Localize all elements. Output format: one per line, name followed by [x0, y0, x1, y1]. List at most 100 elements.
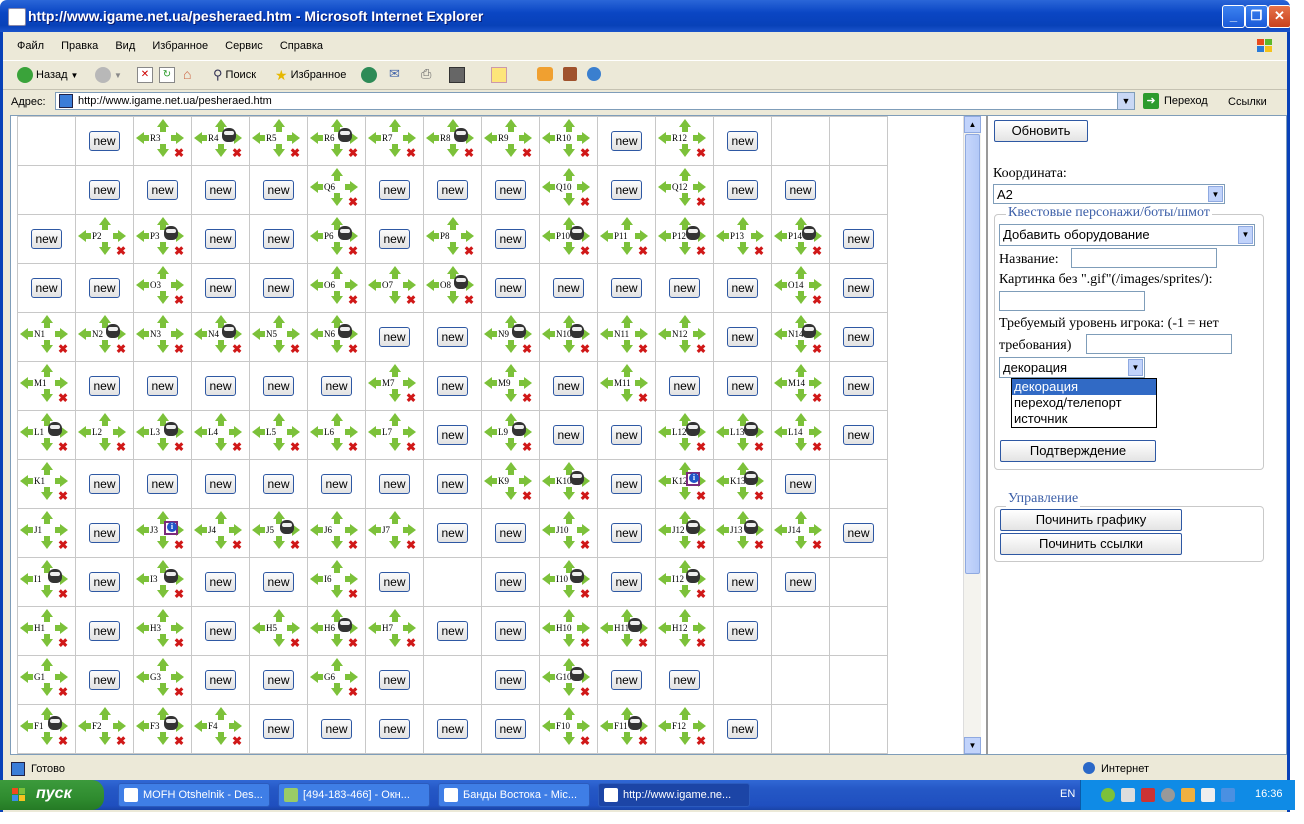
arrow-up-icon[interactable] [331, 217, 343, 230]
arrow-up-icon[interactable] [389, 119, 401, 132]
new-cell-button[interactable]: new [263, 376, 294, 396]
arrow-down-icon[interactable] [563, 144, 575, 157]
map-location[interactable]: R3 ✖ [134, 117, 191, 165]
delete-icon[interactable]: ✖ [232, 441, 242, 453]
delete-icon[interactable]: ✖ [116, 245, 126, 257]
delete-icon[interactable]: ✖ [348, 637, 358, 649]
arrow-left-icon[interactable] [542, 475, 555, 487]
arrow-up-icon[interactable] [331, 168, 343, 181]
grid-cell[interactable] [829, 459, 888, 509]
new-cell-button[interactable]: new [147, 376, 178, 396]
arrow-left-icon[interactable] [194, 426, 207, 438]
map-location[interactable]: N11 ✖ [598, 313, 655, 361]
new-cell-button[interactable]: new [205, 621, 236, 641]
grid-cell[interactable]: new [191, 459, 250, 509]
new-cell-button[interactable]: new [727, 376, 758, 396]
map-location[interactable]: O6 ✖ [308, 264, 365, 312]
arrow-right-icon[interactable] [345, 279, 358, 291]
new-cell-button[interactable]: new [785, 180, 816, 200]
menu-tools[interactable]: Сервис [225, 40, 263, 52]
delete-icon[interactable]: ✖ [638, 637, 648, 649]
fix-links-button[interactable]: Починить ссылки [1000, 533, 1182, 555]
delete-icon[interactable]: ✖ [406, 539, 416, 551]
grid-cell[interactable]: new [75, 263, 134, 313]
arrow-up-icon[interactable] [157, 217, 169, 230]
grid-cell[interactable]: H11 ✖ [597, 606, 656, 656]
grid-cell[interactable]: R12 ✖ [655, 116, 714, 166]
grid-cell[interactable]: L2 ✖ [75, 410, 134, 460]
new-cell-button[interactable]: new [785, 572, 816, 592]
menu-favorites[interactable]: Избранное [152, 40, 208, 52]
arrow-left-icon[interactable] [658, 475, 671, 487]
arrow-up-icon[interactable] [215, 119, 227, 132]
arrow-right-icon[interactable] [809, 279, 822, 291]
new-cell-button[interactable]: new [611, 278, 642, 298]
arrow-left-icon[interactable] [658, 132, 671, 144]
tool-icon[interactable] [587, 67, 601, 81]
delete-icon[interactable]: ✖ [580, 686, 590, 698]
grid-cell[interactable]: R10 ✖ [539, 116, 598, 166]
arrow-left-icon[interactable] [136, 279, 149, 291]
tray-icon[interactable] [1181, 788, 1195, 802]
arrow-right-icon[interactable] [693, 181, 706, 193]
map-location[interactable]: N3 ✖ [134, 313, 191, 361]
arrow-down-icon[interactable] [795, 536, 807, 549]
arrow-right-icon[interactable] [229, 426, 242, 438]
arrow-up-icon[interactable] [215, 315, 227, 328]
new-cell-button[interactable]: new [727, 621, 758, 641]
new-cell-button[interactable]: new [89, 131, 120, 151]
arrow-right-icon[interactable] [577, 720, 590, 732]
grid-cell[interactable]: J3 ✖ [133, 508, 192, 558]
arrow-up-icon[interactable] [563, 511, 575, 524]
grid-cell[interactable]: N3 ✖ [133, 312, 192, 362]
arrow-up-icon[interactable] [563, 609, 575, 622]
arrow-up-icon[interactable] [331, 266, 343, 279]
map-location[interactable]: P3 ✖ [134, 215, 191, 263]
grid-cell[interactable]: new [597, 116, 656, 166]
arrow-left-icon[interactable] [716, 426, 729, 438]
grid-cell[interactable]: new [423, 508, 482, 558]
map-location[interactable]: F10 ✖ [540, 705, 597, 753]
map-location[interactable]: R9 ✖ [482, 117, 539, 165]
arrow-up-icon[interactable] [679, 609, 691, 622]
arrow-down-icon[interactable] [331, 683, 343, 696]
grid-cell[interactable]: new [597, 655, 656, 705]
arrow-down-icon[interactable] [505, 438, 517, 451]
delete-icon[interactable]: ✖ [580, 343, 590, 355]
map-location[interactable]: R7 ✖ [366, 117, 423, 165]
arrow-right-icon[interactable] [171, 132, 184, 144]
arrow-right-icon[interactable] [171, 671, 184, 683]
arrow-down-icon[interactable] [679, 144, 691, 157]
new-cell-button[interactable]: new [437, 621, 468, 641]
grid-cell[interactable]: new [133, 459, 192, 509]
delete-icon[interactable]: ✖ [406, 294, 416, 306]
arrow-left-icon[interactable] [542, 132, 555, 144]
grid-cell[interactable]: new [307, 361, 366, 411]
map-location[interactable]: F12 ✖ [656, 705, 713, 753]
new-cell-button[interactable]: new [727, 572, 758, 592]
close-button[interactable]: ✕ [1268, 5, 1291, 28]
arrow-down-icon[interactable] [795, 389, 807, 402]
new-cell-button[interactable]: new [89, 278, 120, 298]
map-location[interactable]: N6 ✖ [308, 313, 365, 361]
map-location[interactable]: K13 ✖ [714, 460, 771, 508]
arrow-left-icon[interactable] [136, 720, 149, 732]
grid-cell[interactable]: L9 ✖ [481, 410, 540, 460]
delete-icon[interactable]: ✖ [638, 343, 648, 355]
arrow-down-icon[interactable] [157, 634, 169, 647]
grid-cell[interactable]: N4 ✖ [191, 312, 250, 362]
arrow-up-icon[interactable] [679, 119, 691, 132]
new-cell-button[interactable]: new [437, 327, 468, 347]
arrow-left-icon[interactable] [136, 132, 149, 144]
map-location[interactable]: F11 ✖ [598, 705, 655, 753]
arrow-right-icon[interactable] [113, 230, 126, 242]
map-location[interactable]: L7 ✖ [366, 411, 423, 459]
delete-icon[interactable]: ✖ [58, 588, 68, 600]
new-cell-button[interactable]: new [89, 474, 120, 494]
map-location[interactable]: J5 ✖ [250, 509, 307, 557]
arrow-down-icon[interactable] [157, 732, 169, 745]
map-location[interactable]: G10 ✖ [540, 656, 597, 704]
arrow-right-icon[interactable] [55, 671, 68, 683]
map-location[interactable]: H10 ✖ [540, 607, 597, 655]
arrow-up-icon[interactable] [563, 462, 575, 475]
